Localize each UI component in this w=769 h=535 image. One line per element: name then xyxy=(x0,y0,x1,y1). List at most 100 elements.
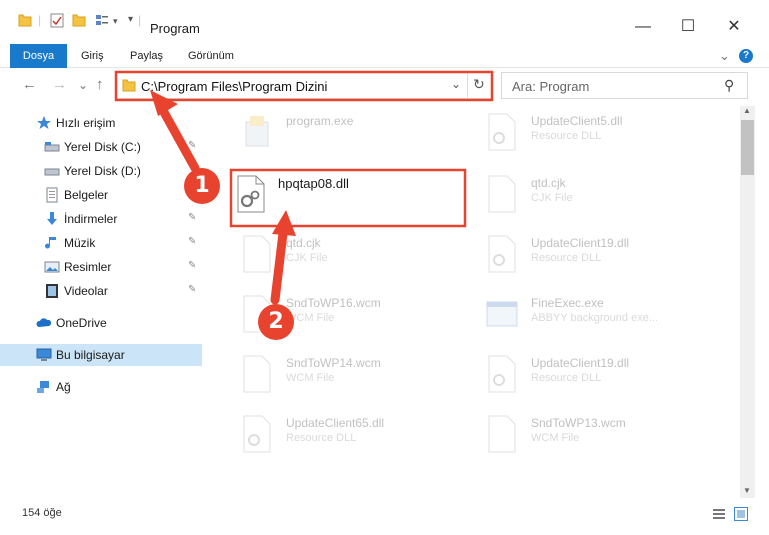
item-count: 154 öğe xyxy=(22,507,62,519)
list-item[interactable]: qtd.cjk CJK File xyxy=(461,168,701,218)
back-button[interactable]: ← xyxy=(22,76,37,93)
sidebar-item-downloads[interactable]: İndirmeler ✎ xyxy=(0,208,202,230)
sidebar-item-local-disk-c[interactable]: Yerel Disk (C:) ✎ xyxy=(0,136,202,158)
list-item[interactable]: UpdateClient5.dll Resource DLL xyxy=(461,106,701,156)
sidebar-item-label: Müzik xyxy=(64,236,96,250)
file-name: UpdateClient19.dll xyxy=(531,356,630,370)
list-item[interactable]: UpdateClient19.dll Resource DLL xyxy=(461,348,701,398)
search-box[interactable]: Ara: Program ⚲ xyxy=(501,72,748,99)
file-icon xyxy=(488,175,516,213)
file-type: Resource DLL xyxy=(531,130,602,142)
file-type: ABBYY background exe... xyxy=(531,312,658,324)
file-type: CJK File xyxy=(286,252,328,264)
folder-icon xyxy=(122,79,136,92)
divider xyxy=(467,73,468,98)
sidebar-item-label: Bu bilgisayar xyxy=(56,348,125,362)
scroll-up-icon[interactable]: ▲ xyxy=(743,106,751,115)
forward-button[interactable]: → xyxy=(52,76,67,93)
minimize-button[interactable]: — xyxy=(620,14,666,40)
file-name: UpdateClient65.dll xyxy=(286,416,385,430)
up-button[interactable]: ↑ xyxy=(96,76,104,93)
large-icons-view-icon[interactable] xyxy=(734,507,748,521)
close-button[interactable]: ✕ xyxy=(711,14,757,40)
list-item[interactable]: FineExec.exe ABBYY background exe... xyxy=(461,288,701,338)
sidebar-item-label: Yerel Disk (C:) xyxy=(64,140,141,154)
search-icon[interactable]: ⚲ xyxy=(724,77,734,94)
music-icon xyxy=(45,237,56,249)
file-name: SndToWP14.wcm xyxy=(286,356,381,370)
scroll-thumb[interactable] xyxy=(741,120,754,175)
file-name: SndToWP16.wcm xyxy=(286,296,381,310)
list-item-highlighted[interactable]: hpqtap08.dll xyxy=(216,168,456,218)
tab-dosya[interactable]: Dosya xyxy=(10,44,67,68)
new-folder-icon[interactable] xyxy=(72,12,86,28)
search-input[interactable]: Ara: Program xyxy=(512,79,589,94)
sidebar-item-pictures[interactable]: Resimler ✎ xyxy=(0,256,202,278)
step-1-badge: 1 xyxy=(184,168,220,204)
divider: | xyxy=(138,13,142,27)
sidebar-item-documents[interactable]: Belgeler ✎ xyxy=(0,184,202,206)
sidebar-item-label: Resimler xyxy=(64,260,112,274)
recent-locations-button[interactable]: ⌄ xyxy=(78,78,88,92)
dll-icon xyxy=(488,235,516,273)
sidebar-item-label: Videolar xyxy=(64,284,108,298)
cloud-icon xyxy=(36,318,52,327)
drive-icon xyxy=(44,168,60,176)
sidebar-item-quick-access[interactable]: Hızlı erişim xyxy=(0,112,202,134)
dll-icon xyxy=(488,113,516,151)
file-type: WCM File xyxy=(531,432,580,444)
file-icon xyxy=(488,415,516,453)
vertical-scrollbar[interactable]: ▲ ▼ xyxy=(740,106,755,498)
chevron-down-icon[interactable]: ▾ xyxy=(113,16,118,27)
list-item[interactable]: SndToWP16.wcm WCM File xyxy=(216,288,456,338)
tab-giris[interactable]: Giriş xyxy=(81,44,104,68)
title-bar: | ▾ ▾ | Program — ☐ ✕ xyxy=(0,0,769,40)
file-name: UpdateClient5.dll xyxy=(531,114,623,128)
details-view-icon[interactable] xyxy=(712,508,726,520)
folder-icon[interactable] xyxy=(18,12,32,28)
list-item[interactable]: UpdateClient65.dll Resource DLL xyxy=(216,408,456,458)
list-item[interactable]: SndToWP14.wcm WCM File xyxy=(216,348,456,398)
file-type: Resource DLL xyxy=(286,432,357,444)
navigation-bar: ← → ⌄ ↑ C:\Program Files\Program Dizini … xyxy=(0,70,769,102)
downloads-icon xyxy=(47,212,57,225)
file-type: CJK File xyxy=(531,192,573,204)
list-item[interactable]: qtd.cjk CJK File xyxy=(216,228,456,278)
file-name: UpdateClient19.dll xyxy=(531,236,630,250)
list-item[interactable]: SndToWP13.wcm WCM File xyxy=(461,408,701,458)
refresh-icon[interactable]: ↻ xyxy=(473,76,485,93)
sidebar-item-local-disk-d[interactable]: Yerel Disk (D:) xyxy=(0,160,202,182)
file-name: qtd.cjk xyxy=(531,176,566,190)
tab-paylas[interactable]: Paylaş xyxy=(130,44,163,68)
pin-icon: ✎ xyxy=(188,212,197,223)
file-name: hpqtap08.dll xyxy=(278,176,349,191)
view-options-icon[interactable] xyxy=(95,12,109,28)
sidebar-item-label: OneDrive xyxy=(56,316,107,330)
list-item[interactable]: program.exe xyxy=(216,106,456,156)
pin-icon: ✎ xyxy=(188,284,197,295)
sidebar-item-music[interactable]: Müzik ✎ xyxy=(0,232,202,254)
pin-icon: ✎ xyxy=(188,260,197,271)
address-dropdown-icon[interactable]: ⌄ xyxy=(451,77,461,91)
expand-ribbon-icon[interactable]: ⌄ xyxy=(719,44,730,68)
help-icon[interactable]: ? xyxy=(739,49,753,63)
dll-icon xyxy=(243,415,271,453)
exe-icon xyxy=(245,116,269,147)
customize-toolbar-icon[interactable]: ▾ xyxy=(128,14,133,25)
list-item[interactable]: UpdateClient19.dll Resource DLL xyxy=(461,228,701,278)
sidebar-item-label: Belgeler xyxy=(64,188,109,202)
step-2-badge: 2 xyxy=(258,304,294,340)
file-name: qtd.cjk xyxy=(286,236,321,250)
sidebar-item-network[interactable]: Ağ xyxy=(0,376,202,398)
navigation-pane: Hızlı erişim Yerel Disk (C:) ✎ Yerel Dis… xyxy=(0,106,206,498)
properties-icon[interactable] xyxy=(50,12,64,28)
sidebar-item-videos[interactable]: Videolar ✎ xyxy=(0,280,202,302)
maximize-button[interactable]: ☐ xyxy=(665,14,711,40)
sidebar-item-onedrive[interactable]: OneDrive xyxy=(0,312,202,334)
computer-icon xyxy=(36,348,52,361)
tab-gorunum[interactable]: Görünüm xyxy=(188,44,234,68)
scroll-down-icon[interactable]: ▼ xyxy=(743,486,751,495)
address-bar[interactable]: C:\Program Files\Program Dizini ⌄ ↻ xyxy=(116,72,492,99)
sidebar-item-this-pc[interactable]: Bu bilgisayar xyxy=(0,344,202,366)
window-title: Program xyxy=(150,21,200,36)
